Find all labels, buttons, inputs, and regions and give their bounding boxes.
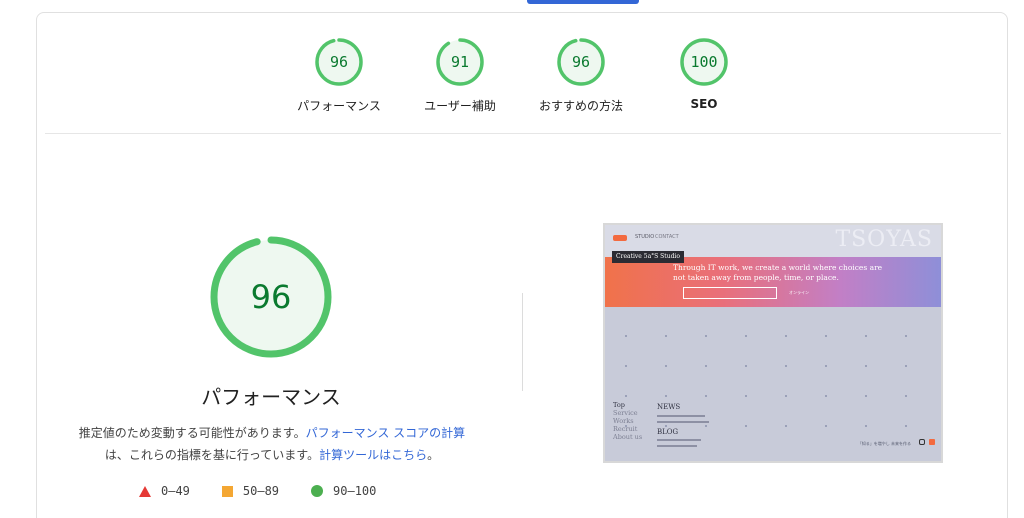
score-calc-link[interactable]: パフォーマンス スコアの計算: [306, 426, 466, 440]
shot-dot: [785, 395, 787, 397]
shot-dot: [865, 365, 867, 367]
shot-nav-2: CONTACT: [655, 234, 679, 240]
vertical-separator: [522, 293, 523, 391]
shot-dot: [785, 425, 787, 427]
shot-hero: Through IT work, we create a world where…: [605, 257, 941, 307]
desc-text-2: は、これらの指標を基に行っています。: [104, 448, 320, 462]
shot-dot: [625, 365, 627, 367]
shot-side-item: Recruit: [613, 425, 638, 433]
active-tab-indicator: [527, 0, 639, 4]
summary-performance[interactable]: 96 パフォーマンス: [279, 37, 399, 114]
shot-blog-line: [657, 445, 697, 447]
accessibility-score: 91: [451, 53, 469, 71]
shot-dot: [905, 395, 907, 397]
category-title: パフォーマンス: [201, 385, 341, 409]
shot-side-item: Service: [613, 409, 638, 417]
shot-nav-1: STUDIO: [635, 234, 655, 240]
shot-blog-line: [657, 439, 701, 441]
shot-dot: [665, 365, 667, 367]
shot-hero-line-1: Through IT work, we create a world where…: [673, 263, 883, 272]
page-screenshot-thumbnail[interactable]: TSOYAS STUDIO CONTACT Creative 5a°S Stud…: [603, 223, 943, 463]
shot-dot: [825, 365, 827, 367]
best-practices-mini-gauge: 96: [557, 38, 605, 86]
best-practices-score: 96: [572, 53, 590, 71]
desc-end: 。: [427, 448, 440, 462]
performance-label: パフォーマンス: [297, 99, 381, 113]
best-practices-label: おすすめの方法: [538, 99, 623, 113]
shot-dot: [625, 395, 627, 397]
summary-best-practices[interactable]: 96 おすすめの方法: [521, 37, 641, 114]
shot-side-nav: Top Service Works Recruit About us: [613, 401, 642, 441]
shot-dot: [705, 365, 707, 367]
lighthouse-report-card: 96 パフォーマンス 91 ユーザー補助 96 おすすめの方法 100 SEO …: [36, 12, 1008, 518]
shot-side-item: Works: [613, 417, 634, 425]
accessibility-label: ユーザー補助: [424, 99, 496, 113]
summary-accessibility[interactable]: 91 ユーザー補助: [400, 37, 520, 114]
calculator-link[interactable]: 計算ツールはこちら: [319, 448, 427, 462]
score-description: 推定値のため変動する可能性があります。パフォーマンス スコアの計算 は、これらの…: [49, 422, 495, 466]
shot-ghost-text: TSOYAS: [835, 227, 933, 252]
brand-mark-icon: [929, 439, 935, 445]
accessibility-mini-gauge: 91: [436, 38, 484, 86]
shot-dot: [825, 335, 827, 337]
shot-badge: Creative 5a°S Studio: [612, 251, 684, 263]
performance-score: 96: [330, 53, 348, 71]
summary-seo[interactable]: 100 SEO: [644, 37, 764, 111]
shot-news-line: [657, 421, 709, 423]
legend-fail-range: 0–49: [161, 484, 190, 498]
shot-footer-text: 「知る」を増やし 未来を作る: [857, 441, 911, 446]
shot-dot: [745, 365, 747, 367]
legend-pass: 90–100: [311, 484, 376, 498]
seo-score: 100: [690, 53, 717, 71]
shot-dot: [745, 425, 747, 427]
shot-dot: [785, 335, 787, 337]
fail-triangle-icon: [139, 485, 151, 497]
shot-hero-sub: オンライン: [789, 290, 809, 295]
average-square-icon: [221, 485, 233, 497]
pass-circle-icon: [311, 485, 324, 497]
performance-mini-gauge: 96: [315, 38, 363, 86]
shot-dot: [665, 425, 667, 427]
shot-side-item: Top: [613, 401, 625, 409]
shot-blog-heading: BLOG: [657, 428, 679, 436]
shot-dot: [745, 335, 747, 337]
shot-dot: [825, 395, 827, 397]
shot-dot: [865, 425, 867, 427]
shot-dot: [625, 335, 627, 337]
shot-dot: [665, 395, 667, 397]
legend-pass-range: 90–100: [333, 484, 377, 498]
shot-dot: [905, 365, 907, 367]
shot-logo-icon: [613, 235, 627, 241]
legend-fail: 0–49: [139, 484, 190, 498]
seo-mini-gauge: 100: [680, 38, 728, 86]
shot-news-heading: NEWS: [657, 403, 681, 411]
legend-average: 50–89: [221, 484, 280, 498]
shot-dot: [825, 425, 827, 427]
shot-dot: [905, 335, 907, 337]
score-summary: 96 パフォーマンス 91 ユーザー補助 96 おすすめの方法 100 SEO: [37, 13, 1007, 133]
shot-dot: [785, 365, 787, 367]
shot-dot: [705, 395, 707, 397]
shot-news-line: [657, 415, 705, 417]
instagram-icon: [919, 439, 925, 445]
shot-dot: [665, 335, 667, 337]
shot-hero-button: [683, 287, 777, 299]
score-legend: 0–49 50–89 90–100: [139, 481, 408, 501]
shot-side-item: About us: [613, 433, 643, 441]
performance-gauge: 96: [210, 236, 332, 358]
shot-dot: [705, 335, 707, 337]
performance-big-score: 96: [251, 278, 292, 316]
summary-divider: [45, 133, 1001, 134]
legend-average-range: 50–89: [242, 484, 280, 498]
shot-dot: [865, 395, 867, 397]
shot-dot: [865, 335, 867, 337]
shot-hero-line-2: not taken away from people, time, or pla…: [673, 273, 839, 282]
shot-dot: [705, 425, 707, 427]
desc-text-1: 推定値のため変動する可能性があります。: [78, 426, 306, 440]
shot-dot: [745, 395, 747, 397]
shot-hero-text: Through IT work, we create a world where…: [673, 263, 913, 283]
seo-label: SEO: [690, 97, 718, 111]
shot-dot: [905, 425, 907, 427]
